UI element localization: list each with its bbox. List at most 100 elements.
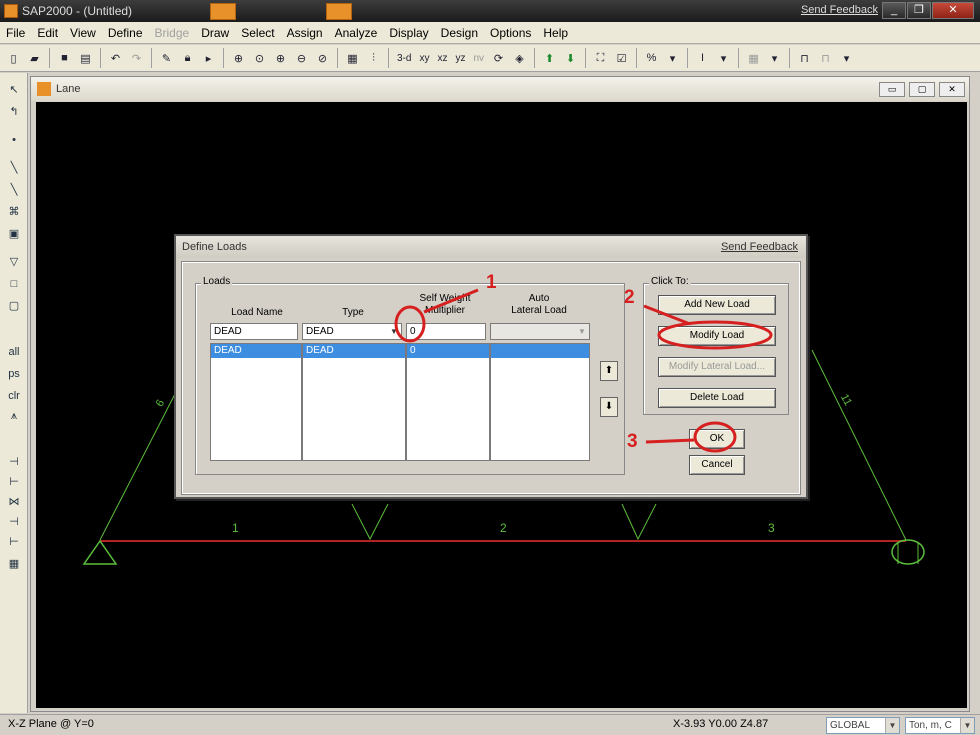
check-icon[interactable]: ☑	[612, 49, 631, 68]
open-folder-icon[interactable]: ▰	[25, 49, 44, 68]
mdi-close-button[interactable]: ✕	[939, 82, 965, 97]
draw-section-cut-icon[interactable]: ▣	[5, 225, 23, 243]
list-item[interactable]: DEAD	[211, 344, 301, 358]
view-xz-button[interactable]: xz	[434, 49, 450, 68]
delete-load-button[interactable]: Delete Load	[658, 388, 776, 408]
modify-lateral-load-button[interactable]: Modify Lateral Load...	[658, 357, 776, 377]
mdi-maximize-button[interactable]: ▢	[909, 82, 935, 97]
snap-lines-icon[interactable]: ⊢	[5, 533, 23, 551]
dialog-send-feedback-link[interactable]: Send Feedback	[721, 241, 798, 253]
grid-view-icon[interactable]: ▦	[343, 49, 362, 68]
move-down-icon[interactable]: ⬇	[561, 49, 580, 68]
restore-button[interactable]: ❐	[907, 2, 931, 19]
dropdown-arrow-icon[interactable]: ▾	[765, 49, 784, 68]
pointer-icon[interactable]: ↖	[5, 81, 23, 99]
menu-options[interactable]: Options	[490, 26, 531, 40]
snap-intersections-icon[interactable]: ⋈	[5, 493, 23, 511]
move-down-button[interactable]: ⬇	[600, 397, 618, 417]
intersecting-line-icon[interactable]: ⩚	[5, 407, 23, 425]
new-file-icon[interactable]: ▯	[4, 49, 23, 68]
menu-display[interactable]: Display	[389, 26, 428, 40]
frame-icon[interactable]: ⊓	[795, 49, 814, 68]
perspective-icon[interactable]: ◈	[510, 49, 529, 68]
draw-cable-icon[interactable]: ╲	[5, 181, 23, 199]
units-select[interactable]: Ton, m, C ▼	[905, 717, 975, 734]
menu-analyze[interactable]: Analyze	[335, 26, 378, 40]
add-new-load-button[interactable]: Add New Load	[658, 295, 776, 315]
view-yz-button[interactable]: yz	[452, 49, 468, 68]
view-nv-button[interactable]: nv	[470, 49, 487, 68]
section-icon[interactable]: Ι	[693, 49, 712, 68]
lock-icon[interactable]: 🔒︎	[178, 49, 197, 68]
modify-load-button[interactable]: Modify Load	[658, 326, 776, 346]
minimize-button[interactable]: _	[882, 2, 906, 19]
undo-icon[interactable]: ↶	[106, 49, 125, 68]
menu-draw[interactable]: Draw	[201, 26, 229, 40]
run-analysis-icon[interactable]: ▸	[199, 49, 218, 68]
view-3d-button[interactable]: 3-d	[394, 49, 414, 68]
coord-system-select[interactable]: GLOBAL ▼	[826, 717, 900, 734]
list-item[interactable]: 0	[407, 344, 489, 358]
save-icon[interactable]: ■	[55, 49, 74, 68]
menu-help[interactable]: Help	[543, 26, 568, 40]
menu-edit[interactable]: Edit	[37, 26, 58, 40]
sap2000-window-icon	[37, 82, 51, 96]
zoom-in-icon[interactable]: ⊕	[271, 49, 290, 68]
close-button[interactable]: ✕	[932, 2, 974, 19]
area-section-icon[interactable]: ▦	[744, 49, 763, 68]
select-all-icon[interactable]: all	[5, 343, 23, 361]
zoom-window-icon[interactable]: ⊕	[229, 49, 248, 68]
auto-lateral-select[interactable]: ▼	[490, 323, 590, 340]
dropdown-arrow-icon[interactable]: ▾	[837, 49, 856, 68]
load-type-select[interactable]: DEAD ▼	[302, 323, 402, 340]
auto-lateral-list[interactable]	[490, 343, 590, 461]
zoom-restore-icon[interactable]: ⊙	[250, 49, 269, 68]
snap-joints-icon[interactable]: ⊣	[5, 453, 23, 471]
ok-button[interactable]: OK	[689, 429, 745, 449]
menu-view[interactable]: View	[70, 26, 96, 40]
mdi-minimize-button[interactable]: ▭	[879, 82, 905, 97]
list-item[interactable]	[491, 344, 589, 358]
menu-define[interactable]: Define	[108, 26, 143, 40]
draw-link-icon[interactable]: ⌘	[5, 203, 23, 221]
draw-rect-area-icon[interactable]: □	[5, 275, 23, 293]
redo-icon[interactable]: ↷	[127, 49, 146, 68]
menu-bridge[interactable]: Bridge	[155, 26, 190, 40]
dropdown-arrow-icon[interactable]: ▾	[714, 49, 733, 68]
draw-joint-icon[interactable]: •	[5, 131, 23, 149]
previous-selection-icon[interactable]: ps	[5, 365, 23, 383]
elevation-icon[interactable]: ⫶	[364, 49, 383, 68]
quick-draw-area-icon[interactable]: ▢	[5, 297, 23, 315]
move-up-button[interactable]: ⬆	[600, 361, 618, 381]
reshape-icon[interactable]: ↰	[5, 103, 23, 121]
select-all-icon[interactable]: ⛶	[591, 49, 610, 68]
menu-select[interactable]: Select	[241, 26, 274, 40]
snap-perpendicular-icon[interactable]: ⊣	[5, 513, 23, 531]
snap-ends-icon[interactable]: ⊢	[5, 473, 23, 491]
type-list[interactable]: DEAD	[302, 343, 406, 461]
clear-selection-icon[interactable]: clr	[5, 387, 23, 405]
menu-assign[interactable]: Assign	[287, 26, 323, 40]
zoom-out-icon[interactable]: ⊖	[292, 49, 311, 68]
pencil-icon[interactable]: ✎	[157, 49, 176, 68]
list-item[interactable]: DEAD	[303, 344, 405, 358]
move-up-icon[interactable]: ⬆	[540, 49, 559, 68]
rotate-view-icon[interactable]: ⟳	[489, 49, 508, 68]
menu-file[interactable]: File	[6, 26, 25, 40]
snap-fine-grid-icon[interactable]: ▦	[5, 555, 23, 573]
print-icon[interactable]: ▤	[76, 49, 95, 68]
load-name-input[interactable]: DEAD	[210, 323, 298, 340]
view-xy-button[interactable]: xy	[416, 49, 432, 68]
pan-icon[interactable]: ⊘	[313, 49, 332, 68]
load-name-list[interactable]: DEAD	[210, 343, 302, 461]
link-icon[interactable]: ⊓	[816, 49, 835, 68]
multiplier-list[interactable]: 0	[406, 343, 490, 461]
draw-poly-area-icon[interactable]: ▽	[5, 253, 23, 271]
draw-frame-icon[interactable]: ╲	[5, 159, 23, 177]
menu-design[interactable]: Design	[441, 26, 478, 40]
dropdown-arrow-icon[interactable]: ▾	[663, 49, 682, 68]
self-weight-multiplier-input[interactable]: 0	[406, 323, 486, 340]
send-feedback-link[interactable]: Send Feedback	[801, 4, 878, 16]
percent-icon[interactable]: %	[642, 49, 661, 68]
cancel-button[interactable]: Cancel	[689, 455, 745, 475]
